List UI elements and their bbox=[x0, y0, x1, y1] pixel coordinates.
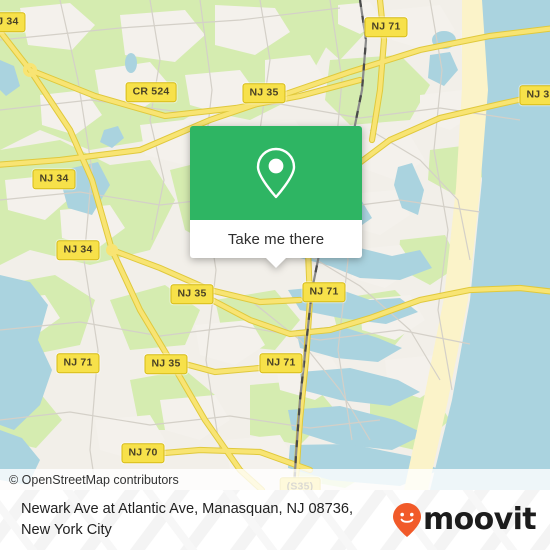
road-shield: NJ 34 bbox=[0, 12, 26, 32]
road-shield: NJ 71 bbox=[56, 353, 100, 373]
road-shield: NJ 70 bbox=[121, 443, 165, 463]
attribution-text: © OpenStreetMap contributors bbox=[9, 472, 179, 487]
take-me-there-label: Take me there bbox=[227, 230, 325, 248]
road-shield: NJ 34 bbox=[32, 169, 76, 189]
moovit-logo[interactable]: moovit bbox=[392, 502, 537, 538]
take-me-there-button[interactable]: Take me there bbox=[190, 220, 362, 258]
moovit-wordmark: moovit bbox=[422, 502, 537, 537]
address-line-2: New York City bbox=[21, 522, 112, 538]
road-shield: NJ 35 bbox=[519, 85, 550, 105]
screenshot-root: NJ 34 CR 524 NJ 35 NJ 71 NJ 34 NJ 35 NJ 34 NJ 3… bbox=[0, 0, 550, 550]
map-attribution: © OpenStreetMap contributors bbox=[0, 469, 550, 490]
road-shield: NJ 71 bbox=[364, 17, 408, 37]
road-shield: NJ 35 bbox=[242, 83, 286, 103]
road-shield: NJ 34 bbox=[56, 240, 100, 260]
map-pin-icon bbox=[256, 147, 296, 199]
road-shield: NJ 71 bbox=[259, 353, 303, 373]
moovit-pin-icon bbox=[392, 503, 421, 537]
road-shield: CR 524 bbox=[125, 82, 177, 102]
road-shield: NJ 35 bbox=[144, 354, 188, 374]
footer-bar: Newark Ave at Atlantic Ave, Manasquan, N… bbox=[0, 490, 550, 550]
road-shield: NJ 71 bbox=[302, 282, 346, 302]
road-shield: NJ 35 bbox=[170, 284, 214, 304]
location-callout-card[interactable]: Take me there bbox=[190, 126, 362, 268]
callout-pointer-tail bbox=[266, 258, 286, 268]
address-line-1: Newark Ave at Atlantic Ave, Manasquan, N… bbox=[21, 501, 354, 518]
footer-content: Newark Ave at Atlantic Ave, Manasquan, N… bbox=[0, 490, 550, 550]
callout-icon-area bbox=[190, 126, 362, 220]
location-address: Newark Ave at Atlantic Ave, Manasquan, N… bbox=[21, 499, 353, 540]
